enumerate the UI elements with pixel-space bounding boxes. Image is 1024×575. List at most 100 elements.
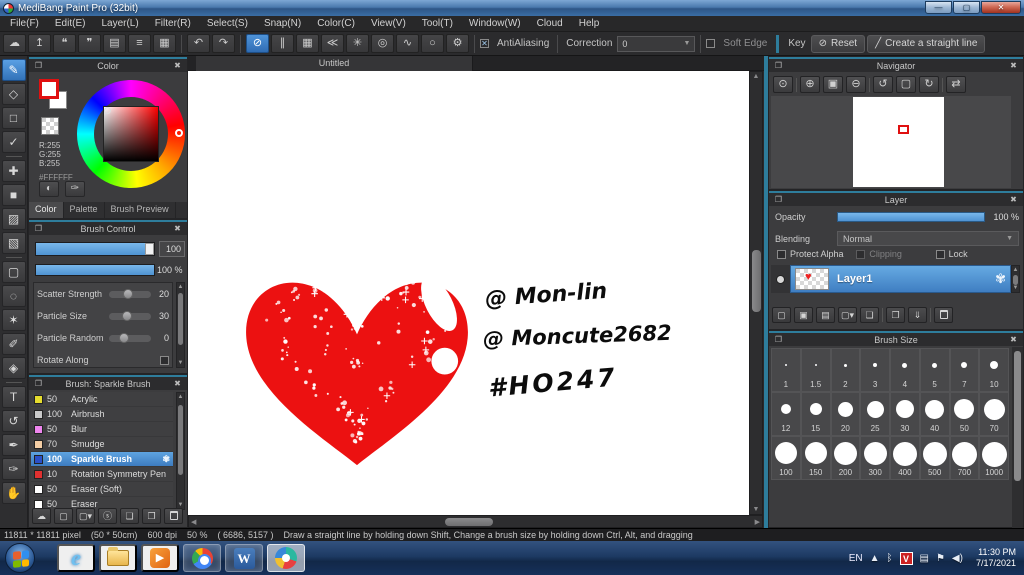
start-button[interactable] xyxy=(5,543,35,573)
brush-item-rotation-symmetry-pen[interactable]: 10 Rotation Symmetry Pen xyxy=(31,467,173,482)
menu-snap[interactable]: Snap(N) xyxy=(256,16,309,32)
scrollbar[interactable]: ▲ ▼ xyxy=(1011,265,1020,293)
canvas-vertical-scrollbar[interactable]: ▲ ▼ xyxy=(749,71,763,515)
brush-size-7[interactable]: 7 xyxy=(949,348,980,392)
menu-filter[interactable]: Filter(R) xyxy=(147,16,199,32)
script-brush-icon[interactable]: ⓢ xyxy=(98,508,118,524)
transform-tool[interactable]: ↺ xyxy=(1,410,26,432)
sv-marker[interactable] xyxy=(104,107,111,114)
brush-item-smudge[interactable]: 70 Smudge xyxy=(31,437,173,452)
taskbar-word[interactable]: W xyxy=(225,544,263,572)
eyedropper-tool[interactable]: ✑ xyxy=(1,458,26,480)
navigator-thumbnail[interactable] xyxy=(853,97,944,187)
move-tool[interactable]: ✚ xyxy=(1,160,26,182)
snap-ellipse-icon[interactable]: ○ xyxy=(421,34,444,53)
scroll-thumb[interactable] xyxy=(752,250,761,312)
brush-size-3[interactable]: 3 xyxy=(860,348,890,392)
antivirus-icon[interactable]: V xyxy=(899,551,913,565)
brush-folder-icon[interactable]: ❏ xyxy=(120,508,140,524)
brush-size-70[interactable]: 70 xyxy=(979,392,1009,436)
popout-icon[interactable]: ❐ xyxy=(773,334,784,345)
create-straight-line-button[interactable]: ╱ Create a straight line xyxy=(867,34,986,53)
brush-item-eraser-soft-[interactable]: 50 Eraser (Soft) xyxy=(31,482,173,497)
checkbox-clipping[interactable]: Clipping xyxy=(856,249,935,259)
zoom-actual-icon[interactable]: ⊙ xyxy=(773,76,793,93)
transparent-color-swatch[interactable] xyxy=(41,117,59,135)
duplicate-brush-icon[interactable]: ❐ xyxy=(142,508,162,524)
snap-concentric-icon[interactable]: ◎ xyxy=(371,34,394,53)
menu-help[interactable]: Help xyxy=(571,16,608,32)
grid-icon[interactable]: ▦ xyxy=(153,34,176,53)
tab-brush-preview[interactable]: Brush Preview xyxy=(105,202,176,218)
foreground-color-swatch[interactable] xyxy=(39,79,59,99)
add-layer-menu-icon[interactable]: ▢▾ xyxy=(838,307,858,323)
rotate-right-icon[interactable]: ↻ xyxy=(919,76,939,93)
fill-rect-tool[interactable]: ■ xyxy=(1,184,26,206)
slider-thumb[interactable] xyxy=(145,243,154,255)
viewport-rectangle[interactable] xyxy=(898,125,909,134)
gear-icon[interactable]: ✾ xyxy=(162,454,170,465)
slider-thumb[interactable] xyxy=(123,288,134,299)
popout-icon[interactable]: ❐ xyxy=(773,194,784,205)
bucket-tool[interactable]: ▨ xyxy=(1,208,26,230)
scroll-right-icon[interactable]: ▶ xyxy=(755,518,760,526)
brush-size-20[interactable]: 20 xyxy=(830,392,861,436)
layer-folder-icon[interactable]: ❏ xyxy=(860,307,880,323)
scroll-thumb[interactable] xyxy=(445,518,493,526)
reset-rotation-icon[interactable]: ▢ xyxy=(896,76,916,93)
select-rect-tool[interactable]: ▢ xyxy=(1,261,26,283)
scroll-thumb[interactable] xyxy=(1014,351,1021,481)
palette-button[interactable]: ◐ xyxy=(39,181,59,197)
flip-canvas-icon[interactable]: ⇄ xyxy=(946,76,966,93)
snap-vanishing-point-icon[interactable]: ≪ xyxy=(321,34,344,53)
scroll-up-icon[interactable]: ▲ xyxy=(750,73,762,80)
maximize-button[interactable]: ▢ xyxy=(953,1,980,14)
close-button[interactable]: ✕ xyxy=(981,1,1021,14)
brush-item-acrylic[interactable]: 50 Acrylic xyxy=(31,392,173,407)
color-picker-button[interactable]: ✑ xyxy=(65,181,85,197)
scroll-down-icon[interactable]: ▼ xyxy=(1012,284,1019,292)
saturation-value-box[interactable] xyxy=(103,106,159,162)
snap-curve-icon[interactable]: ∿ xyxy=(396,34,419,53)
new-1bit-layer-icon[interactable]: ▤ xyxy=(816,307,835,323)
snap-radial-icon[interactable]: ✳ xyxy=(346,34,369,53)
layer-visibility-toggle[interactable] xyxy=(776,274,785,284)
tab-palette[interactable]: Palette xyxy=(64,202,105,218)
list-icon[interactable]: ≡ xyxy=(128,34,151,53)
select-pen-tool[interactable]: ✐ xyxy=(1,333,26,355)
brush-item-airbrush[interactable]: 100 Airbrush xyxy=(31,407,173,422)
popout-icon[interactable]: ❐ xyxy=(33,223,44,234)
snap-grid-icon[interactable]: ▦ xyxy=(296,34,319,53)
taskbar-windows-explorer[interactable] xyxy=(99,544,137,572)
brush-size-300[interactable]: 300 xyxy=(860,436,890,480)
text-tool[interactable]: T xyxy=(1,386,26,408)
scroll-down-icon[interactable]: ▼ xyxy=(750,506,762,513)
menu-tool[interactable]: Tool(T) xyxy=(414,16,461,32)
new-brush-menu-icon[interactable]: ▢▾ xyxy=(76,508,96,524)
select-eraser-tool[interactable]: ◈ xyxy=(1,357,26,379)
brush-size-500[interactable]: 500 xyxy=(919,436,950,480)
scrollbar[interactable]: ▲ ▼ xyxy=(176,392,185,510)
opacity-slider[interactable] xyxy=(837,212,985,222)
layer-row-layer1[interactable]: ♥ Layer1 ✾ xyxy=(790,265,1011,293)
clock[interactable]: 11:30 PM 7/17/2021 xyxy=(970,547,1016,569)
menu-cloud[interactable]: Cloud xyxy=(529,16,571,32)
canvas-horizontal-scrollbar[interactable]: ◀ ▶ xyxy=(188,515,763,528)
new-brush-icon[interactable]: ▢ xyxy=(54,508,73,524)
brush-size-1000[interactable]: 1000 xyxy=(979,436,1009,480)
brush-size-slider[interactable] xyxy=(35,242,155,256)
delete-brush-icon[interactable] xyxy=(164,508,184,524)
document-icon[interactable]: ▤ xyxy=(103,34,126,53)
gradient-tool[interactable]: ▧ xyxy=(1,232,26,254)
scroll-left-icon[interactable]: ◀ xyxy=(191,518,196,526)
scroll-thumb[interactable] xyxy=(178,405,183,475)
param-slider[interactable] xyxy=(109,332,151,343)
brush-tool[interactable]: ✎ xyxy=(1,59,26,81)
hand-tool[interactable]: ✋ xyxy=(1,482,26,504)
correction-dropdown[interactable]: 0 ▼ xyxy=(617,35,696,52)
snap-parallel-icon[interactable]: ∥ xyxy=(271,34,294,53)
brush-size-5[interactable]: 5 xyxy=(919,348,950,392)
close-icon[interactable]: ✖ xyxy=(1008,60,1019,71)
menu-file[interactable]: File(F) xyxy=(2,16,47,32)
brush-size-150[interactable]: 150 xyxy=(800,436,831,480)
